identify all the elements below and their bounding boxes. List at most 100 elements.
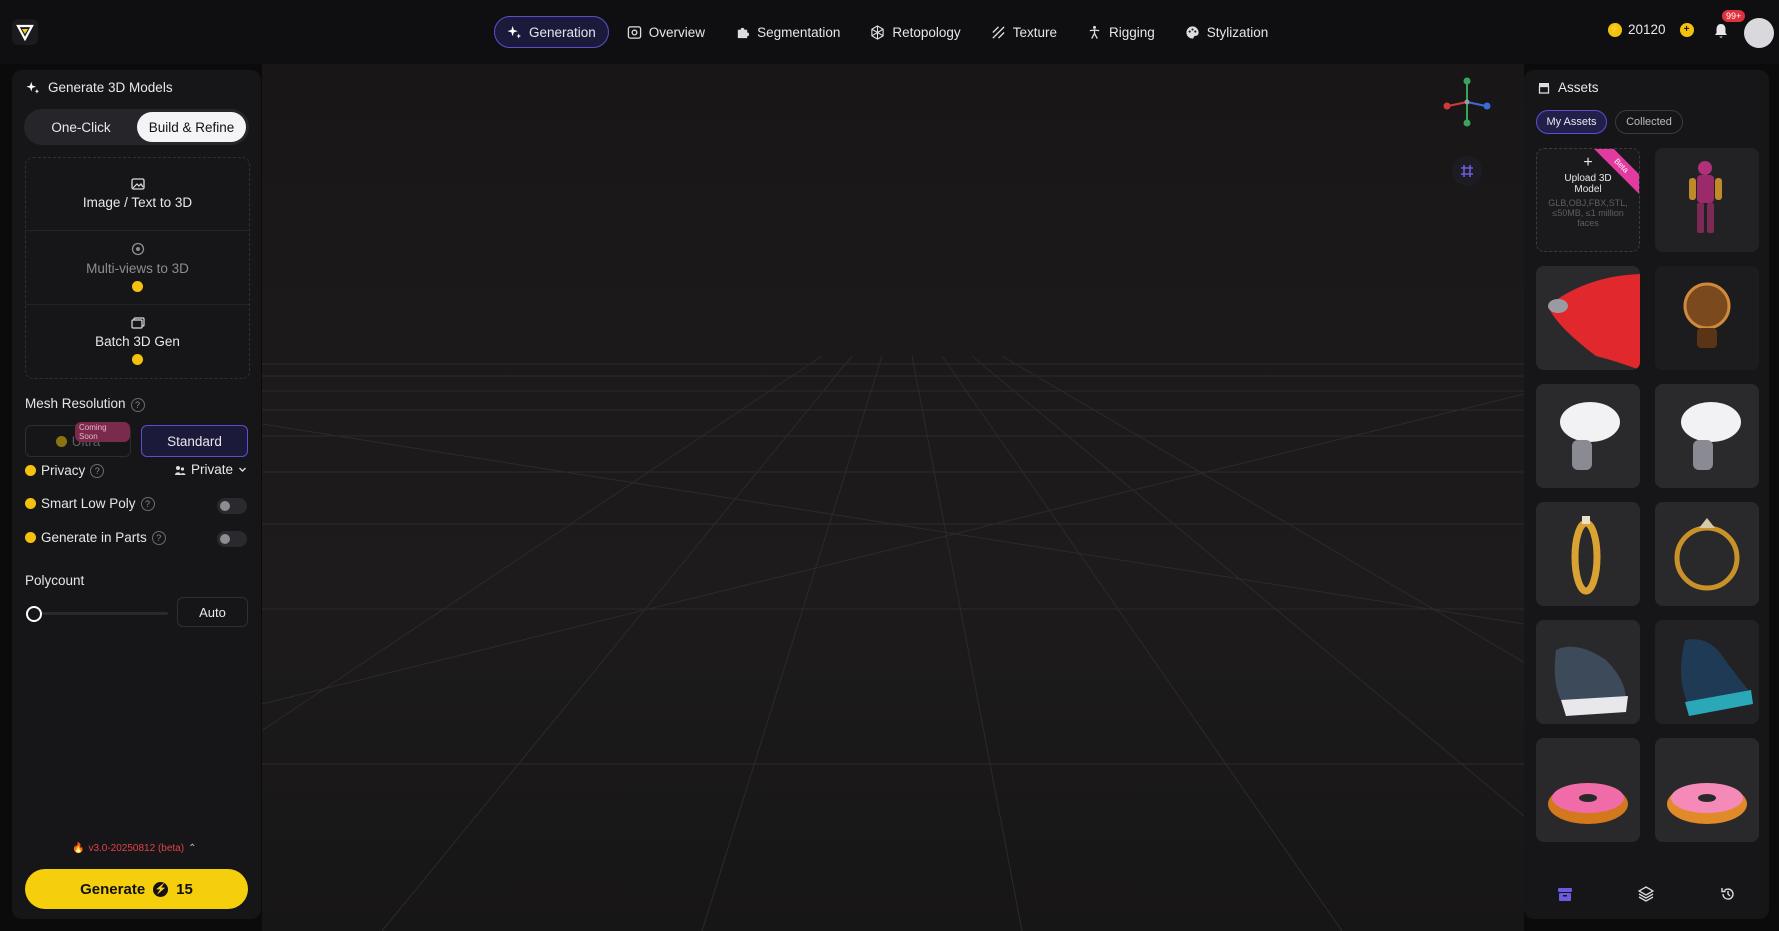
bronze-orb-thumbnail <box>1655 266 1759 370</box>
gen-type-image-text[interactable]: Image / Text to 3D <box>26 158 249 230</box>
asset-thumbnail[interactable] <box>1655 266 1759 370</box>
asset-thumbnail[interactable] <box>1655 148 1759 252</box>
fire-icon: 🔥 <box>72 843 85 854</box>
upload-hint: GLB,OBJ,FBX,STL, ≤50MB, ≤1 million faces <box>1548 198 1628 228</box>
archive-icon <box>1557 888 1572 901</box>
people-icon <box>175 465 186 475</box>
avatar[interactable] <box>1744 18 1774 48</box>
axis-gizmo-icon[interactable] <box>1442 76 1492 128</box>
asset-thumbnail[interactable] <box>1655 384 1759 488</box>
version-text: v3.0-20250812 (beta) <box>88 843 185 854</box>
nav-generation[interactable]: Generation <box>494 16 609 48</box>
upload-model-tile[interactable]: + Upload 3D Model GLB,OBJ,FBX,STL, ≤50MB… <box>1536 148 1640 252</box>
tab-one-click[interactable]: One-Click <box>27 112 135 142</box>
asset-thumbnail[interactable] <box>1536 738 1640 842</box>
generate-panel: Generate 3D Models One-Click Build & Ref… <box>12 70 261 919</box>
history-icon <box>1721 888 1734 900</box>
coin-icon <box>25 532 36 543</box>
mode-switch: One-Click Build & Refine <box>24 109 249 145</box>
lightning-coin-icon: ⚡ <box>1608 22 1622 37</box>
texture-icon <box>992 25 1005 39</box>
overview-icon <box>627 25 642 39</box>
layers-tab-button[interactable] <box>1636 884 1656 904</box>
coin-icon <box>25 465 36 476</box>
tab-build-refine[interactable]: Build & Refine <box>137 112 246 142</box>
privacy-value: Private <box>191 462 234 477</box>
polycount-input[interactable]: Auto <box>177 597 248 627</box>
top-bar: Generation Overview Segmentation Retopol… <box>0 0 1779 64</box>
coin-icon <box>132 354 143 365</box>
grid-toggle-button[interactable] <box>1452 156 1482 186</box>
asset-thumbnail[interactable] <box>1655 502 1759 606</box>
slider-handle[interactable] <box>26 606 42 622</box>
chevron-up-icon: ⌃ <box>188 843 197 854</box>
nav-segmentation[interactable]: Segmentation <box>723 16 852 48</box>
red-shape-thumbnail <box>1536 266 1640 370</box>
smart-low-poly-label: Smart Low Poly <box>41 496 136 511</box>
privacy-row: Privacy? <box>25 463 105 478</box>
generation-type-list: Image / Text to 3D Multi-views to 3D Bat… <box>25 157 250 379</box>
help-icon[interactable]: ? <box>151 530 166 545</box>
bell-icon[interactable] <box>1712 22 1730 40</box>
warrior-thumbnail <box>1655 148 1759 252</box>
asset-thumbnail[interactable] <box>1655 738 1759 842</box>
grid-icon <box>1461 165 1473 177</box>
asset-thumbnail[interactable] <box>1536 266 1640 370</box>
coming-soon-badge: Coming Soon <box>75 422 130 442</box>
gen-type-batch[interactable]: Batch 3D Gen <box>26 305 249 377</box>
polycount-slider[interactable] <box>26 606 168 622</box>
nav-label: Overview <box>648 24 706 40</box>
asset-thumbnail[interactable] <box>1536 384 1640 488</box>
tab-collected[interactable]: Collected <box>1615 110 1683 134</box>
coin-icon <box>132 281 143 292</box>
coin-icon <box>55 435 67 447</box>
smart-low-poly-toggle[interactable] <box>217 498 247 514</box>
privacy-label: Privacy <box>41 463 86 478</box>
donut-thumbnail <box>1655 738 1759 842</box>
asset-thumbnail[interactable] <box>1655 620 1759 724</box>
version-label[interactable]: 🔥 v3.0-20250812 (beta) ⌃ <box>72 843 196 854</box>
nav-label: Generation <box>529 24 596 40</box>
generate-button[interactable]: Generate ⚡ 15 <box>25 869 248 909</box>
credits-count: 20120 <box>1628 22 1666 37</box>
sneaker-thumbnail <box>1536 620 1640 724</box>
nav-retopology[interactable]: Retopology <box>858 16 972 48</box>
nav-label: Stylization <box>1206 24 1269 40</box>
sparkle-icon <box>507 25 522 39</box>
privacy-select[interactable]: Private <box>174 462 247 477</box>
image-edit-icon <box>130 178 145 190</box>
resolution-standard[interactable]: Standard <box>141 425 248 457</box>
nav-stylization[interactable]: Stylization <box>1173 16 1281 48</box>
archive-icon <box>1538 82 1550 94</box>
assets-tab-button[interactable] <box>1555 884 1575 904</box>
batch-icon <box>130 317 145 329</box>
nav-texture[interactable]: Texture <box>979 16 1069 48</box>
layers-icon <box>1638 886 1655 902</box>
asset-thumbnail[interactable] <box>1536 502 1640 606</box>
3d-viewport[interactable] <box>262 64 1524 931</box>
panel-header: Generate 3D Models <box>26 80 173 95</box>
asset-thumbnail[interactable] <box>1536 620 1640 724</box>
generate-in-parts-label: Generate in Parts <box>41 530 147 545</box>
generate-in-parts-row: Generate in Parts? <box>25 530 166 545</box>
add-credits-icon[interactable]: + <box>1679 22 1694 37</box>
chevron-down-icon <box>239 467 247 472</box>
gen-type-multiview[interactable]: Multi-views to 3D <box>26 231 249 303</box>
generate-in-parts-toggle[interactable] <box>217 531 247 547</box>
logo[interactable] <box>12 19 38 45</box>
help-icon[interactable]: ? <box>130 398 145 412</box>
generate-label: Generate <box>80 880 146 898</box>
help-icon[interactable]: ? <box>140 496 155 511</box>
mesh-resolution-row: Mesh Resolution? <box>25 396 145 412</box>
history-tab-button[interactable] <box>1718 884 1738 904</box>
sneaker-thumbnail <box>1655 620 1759 724</box>
credits-display[interactable]: ⚡ 20120 + <box>1608 22 1694 37</box>
polycount-label: Polycount <box>25 573 85 588</box>
tab-my-assets[interactable]: My Assets <box>1536 110 1607 134</box>
nav-rigging[interactable]: Rigging <box>1075 16 1167 48</box>
sparkle-icon <box>26 81 40 94</box>
nav-overview[interactable]: Overview <box>615 16 717 48</box>
nav-label: Segmentation <box>757 24 841 40</box>
help-icon[interactable]: ? <box>90 463 105 478</box>
assets-header: Assets <box>1538 80 1599 95</box>
